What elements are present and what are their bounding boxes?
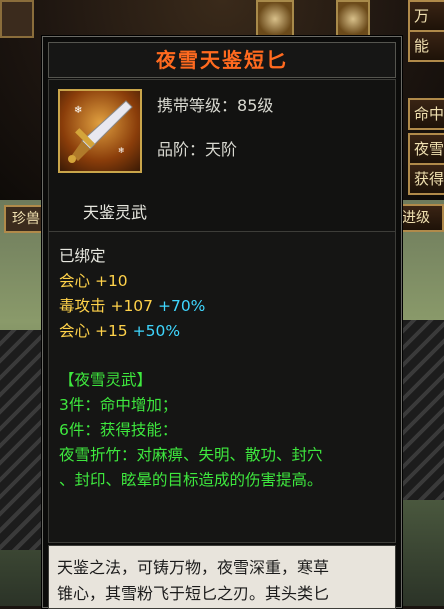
- skill-icon[interactable]: [256, 0, 294, 38]
- svg-text:❄: ❄: [74, 105, 82, 116]
- skill-icon-2[interactable]: [336, 0, 370, 38]
- item-name: 夜雪天鉴短匕: [156, 48, 288, 72]
- item-tooltip: 夜雪天鉴短匕 ❄ ❄ 携带等级：85级 品阶：天阶 天鉴灵武 已绑定 会心 +1…: [42, 36, 402, 609]
- side-button-5[interactable]: 获得: [408, 163, 444, 195]
- stat-row: 毒攻击 +107 +70%: [59, 297, 206, 315]
- title-bar: 夜雪天鉴短匕: [48, 42, 396, 78]
- dagger-icon: ❄ ❄: [58, 89, 142, 173]
- item-description: 天鉴之法，可铸万物，夜雪深重，寒草 锥心，其雪粉飞于短匕之刃。其头类匕: [48, 545, 396, 609]
- set-effect: 6件：获得技能：: [59, 421, 178, 439]
- description-line: 锥心，其雪粉飞于短匕之刃。其头类匕: [57, 584, 330, 603]
- set-effect: 3件：命中增加；: [59, 396, 178, 414]
- side-button-2[interactable]: 能: [408, 30, 444, 62]
- set-name: 【夜雪灵武】: [59, 371, 153, 389]
- side-button-4[interactable]: 夜雪: [408, 133, 444, 165]
- spirit-name: 天鉴灵武: [83, 203, 148, 222]
- set-effect: 、封印、眩晕的目标造成的伤害提高。: [59, 471, 323, 489]
- side-button-3[interactable]: 命中: [408, 98, 444, 130]
- bound-status: 已绑定: [59, 247, 106, 265]
- description-line: 天鉴之法，可铸万物，夜雪深重，寒草: [57, 558, 330, 577]
- roof-right: [400, 320, 444, 500]
- svg-text:❄: ❄: [118, 146, 125, 155]
- stats-panel: 已绑定 会心 +10 毒攻击 +107 +70% 会心 +15 +50% 【夜雪…: [48, 231, 396, 543]
- carry-level: 携带等级：85级: [157, 96, 274, 115]
- stat-row: 会心 +10: [59, 272, 128, 290]
- advance-tab[interactable]: 进级: [396, 204, 444, 232]
- set-effect: 夜雪折竹：对麻痹、失明、散功、封穴: [59, 446, 323, 464]
- side-button-1[interactable]: 万: [408, 0, 444, 32]
- top-left-frame: [0, 0, 34, 38]
- stat-row: 会心 +15 +50%: [59, 322, 181, 340]
- grade: 品阶：天阶: [157, 140, 238, 159]
